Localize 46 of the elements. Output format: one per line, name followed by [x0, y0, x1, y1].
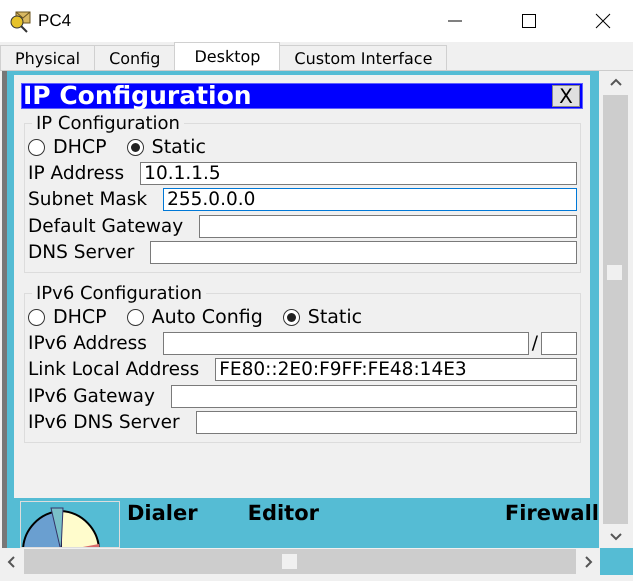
tab[interactable]: Custom Interface: [279, 45, 448, 70]
input-field[interactable]: [170, 384, 577, 408]
radio-option[interactable]: Auto Config: [126, 306, 263, 328]
input-field[interactable]: [199, 214, 577, 238]
maximize-icon[interactable]: [521, 13, 537, 29]
input-field[interactable]: [150, 241, 577, 264]
field-label: IPv6 Address: [28, 332, 147, 354]
scrollbar-thumb[interactable]: [282, 554, 297, 569]
radio-icon[interactable]: [28, 138, 45, 156]
radio-icon[interactable]: [126, 308, 144, 326]
radio-icon[interactable]: [28, 308, 45, 326]
scrollbar-corner: [600, 548, 633, 575]
input-field[interactable]: 10.1.1.5: [140, 162, 577, 185]
close-button[interactable]: X: [552, 85, 580, 107]
tab[interactable]: Desktop: [174, 42, 280, 70]
field-label: IPv6 Gateway: [28, 386, 155, 407]
input-field[interactable]: 255.0.0.0: [163, 188, 577, 212]
field-label: DNS Server: [28, 242, 134, 264]
close-icon[interactable]: [595, 13, 611, 29]
app-label[interactable]: Firewall: [504, 501, 599, 525]
input-field[interactable]: [162, 332, 529, 355]
field-label: IPv6 DNS Server: [28, 412, 180, 434]
app-icon: [8, 9, 32, 33]
tab[interactable]: Config: [94, 45, 176, 70]
prefix-separator: /: [532, 332, 538, 354]
dialog-title: IP Configuration: [23, 84, 252, 108]
field-label: Subnet Mask: [28, 189, 148, 210]
group-title: IP Configuration: [35, 113, 181, 134]
radio-option[interactable]: DHCP: [28, 306, 107, 328]
radio-option[interactable]: Static: [126, 136, 206, 158]
radio-option[interactable]: DHCP: [28, 136, 107, 158]
radio-icon[interactable]: [126, 138, 144, 156]
window-title: PC4: [38, 11, 72, 31]
field-label: Link Local Address: [28, 359, 200, 380]
app-label[interactable]: Editor: [248, 501, 320, 525]
radio-option[interactable]: Static: [282, 306, 362, 328]
input-field[interactable]: FE80::2E0:F9FF:FE48:14E3: [215, 358, 577, 382]
input-field[interactable]: [196, 411, 577, 434]
prefix-field[interactable]: [541, 332, 577, 355]
app-label[interactable]: Dialer: [127, 501, 198, 525]
field-label: IP Address: [28, 162, 124, 184]
scrollbar-thumb[interactable]: [607, 265, 622, 280]
field-label: Default Gateway: [28, 216, 184, 237]
tab[interactable]: Physical: [0, 45, 96, 70]
radio-icon[interactable]: [282, 308, 300, 326]
group-title: IPv6 Configuration: [35, 283, 204, 304]
